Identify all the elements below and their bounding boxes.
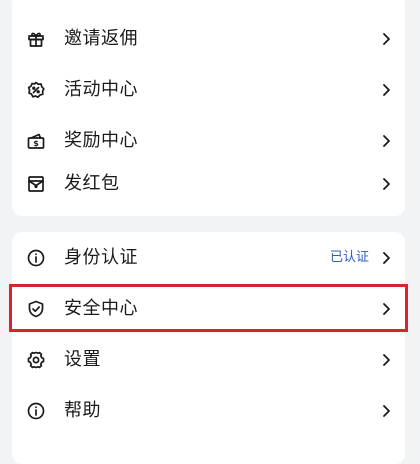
chevron-right-icon xyxy=(381,83,391,97)
chevron-right-icon xyxy=(381,302,391,316)
menu-item-label: 发红包 xyxy=(64,173,120,194)
menu-card-rewards: 邀请返佣 活动中心 $ 奖励中心 发红包 xyxy=(12,0,405,216)
svg-text:$: $ xyxy=(33,139,39,148)
menu-item-label: 邀请返佣 xyxy=(64,28,138,49)
menu-item-label: 帮助 xyxy=(64,400,101,421)
menu-item-identity-verification[interactable]: 身份认证 已认证 xyxy=(12,233,405,283)
reward-cash-icon: $ xyxy=(26,131,46,151)
gift-icon xyxy=(26,29,46,49)
chevron-right-icon xyxy=(381,177,391,191)
menu-item-label: 设置 xyxy=(64,349,101,370)
info-icon xyxy=(26,248,46,268)
chevron-right-icon xyxy=(381,353,391,367)
red-envelope-icon xyxy=(26,174,46,194)
menu-item-label: 身份认证 xyxy=(64,247,138,268)
chevron-right-icon xyxy=(381,32,391,46)
menu-item-settings[interactable]: 设置 xyxy=(12,335,405,385)
menu-item-invite-rebate[interactable]: 邀请返佣 xyxy=(12,14,405,64)
menu-item-label: 活动中心 xyxy=(64,79,138,100)
menu-item-send-red-envelope[interactable]: 发红包 xyxy=(12,159,405,209)
chevron-right-icon xyxy=(381,134,391,148)
menu-item-security-center[interactable]: 安全中心 xyxy=(12,284,405,334)
menu-item-activity-center[interactable]: 活动中心 xyxy=(12,65,405,115)
chevron-right-icon xyxy=(381,404,391,418)
gear-icon xyxy=(26,350,46,370)
info-icon xyxy=(26,401,46,421)
menu-card-account: 身份认证 已认证 安全中心 设置 帮助 xyxy=(12,232,405,464)
activity-badge-icon xyxy=(26,80,46,100)
menu-item-help[interactable]: 帮助 xyxy=(12,386,405,436)
menu-item-label: 安全中心 xyxy=(64,298,138,319)
shield-check-icon xyxy=(26,299,46,319)
chevron-right-icon xyxy=(381,251,391,265)
menu-item-label: 奖励中心 xyxy=(64,130,138,151)
verified-status-badge: 已认证 xyxy=(329,250,369,265)
